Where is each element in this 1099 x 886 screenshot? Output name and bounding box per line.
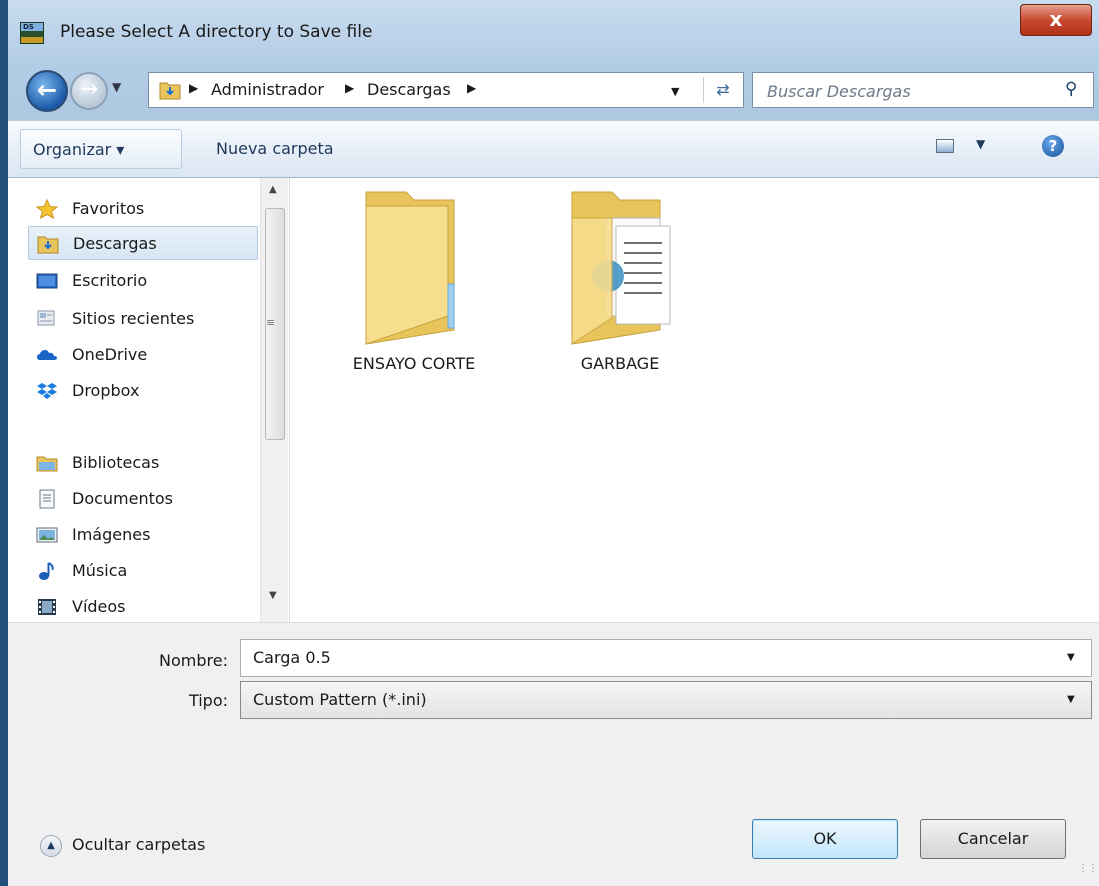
scroll-down-icon[interactable]: ▼ [269,590,277,601]
file-name: GARBAGE [580,354,660,373]
dropbox-icon [37,383,57,399]
sidebar-item-descargas[interactable]: Descargas [28,226,258,260]
sidebar-item-label: Escritorio [72,271,148,290]
sidebar-item-bibliotecas[interactable]: Bibliotecas [28,446,258,480]
address-bar[interactable]: ▶ Administrador ▶ Descargas ▶ ▼ ⇄ [148,72,744,108]
sidebar-item-label: Música [72,561,128,580]
downloads-folder-icon [37,236,59,254]
breadcrumb-separator-icon: ▶ [189,81,199,95]
sidebar-item-favoritos[interactable]: Favoritos [28,192,258,226]
sidebar-item-label: OneDrive [72,345,148,364]
recent-places-icon [37,310,55,326]
sidebar-item-label: Favoritos [72,199,145,218]
new-folder-button[interactable]: Nueva carpeta [204,129,364,169]
file-item-garbage[interactable]: GARBAGE [520,178,720,398]
search-input[interactable] [765,79,1059,103]
star-icon [36,199,58,219]
app-icon-text: DS [23,23,34,31]
downloads-folder-icon [159,82,181,100]
back-button[interactable]: ← [26,70,68,112]
cancel-button[interactable]: Cancelar [920,819,1066,859]
window-title: Please Select A directory to Save file [60,22,373,42]
sidebar-item-documentos[interactable]: Documentos [28,482,258,516]
sidebar-item-label: Documentos [72,489,174,508]
change-view-icon[interactable] [936,139,954,153]
sidebar-scrollbar[interactable]: ▲ ≡ ▼ [260,178,288,622]
sidebar-item-onedrive[interactable]: OneDrive [28,338,258,372]
sidebar-item-label: Descargas [73,234,157,253]
save-options-panel: Nombre: Carga 0.5 ▼ Tipo: Custom Pattern… [8,622,1099,886]
videos-icon [38,599,56,615]
resize-grip-icon[interactable]: ⋮⋮ [1078,863,1098,874]
libraries-icon [36,456,58,472]
navigation-pane: Favoritos Descargas Escritorio Sitios re… [8,178,290,622]
desktop-icon [36,273,58,289]
sidebar-item-videos[interactable]: Vídeos [28,590,258,622]
sidebar-item-label: Dropbox [72,381,140,400]
file-name: ENSAYO CORTE [352,354,476,373]
filename-dropdown-icon[interactable]: ▼ [1067,652,1075,663]
documents-icon [39,489,55,509]
history-dropdown-button[interactable]: ▼ [112,80,126,100]
search-icon[interactable]: ⚲ [1065,79,1085,101]
sidebar-item-escritorio[interactable]: Escritorio [28,264,258,298]
scroll-grip-icon: ≡ [266,316,276,329]
nombre-label: Nombre: [159,651,228,670]
navigation-bar: ← → ▼ ▶ Administrador ▶ Descargas ▶ ▼ ⇄ … [8,62,1099,116]
images-icon [36,527,58,543]
onedrive-icon [37,350,57,360]
sidebar-item-dropbox[interactable]: Dropbox [28,374,258,408]
file-list: ENSAYO CORTE GARBAGE [290,178,1099,622]
back-arrow-icon: ← [36,76,58,104]
scroll-up-icon[interactable]: ▲ [269,184,277,195]
forward-button[interactable]: → [70,72,108,110]
hide-folders-label: Ocultar carpetas [72,835,206,854]
sidebar-item-label: Sitios recientes [72,309,195,328]
chevron-up-icon: ▲ [40,835,62,857]
filename-input[interactable]: Carga 0.5 ▼ [240,639,1092,677]
sidebar-item-label: Bibliotecas [72,453,160,472]
filename-value: Carga 0.5 [253,648,331,667]
folder-with-documents-icon [571,191,671,345]
breadcrumb-administrador[interactable]: Administrador [211,80,324,99]
organize-button[interactable]: Organizar ▾ [20,129,182,169]
help-icon[interactable]: ? [1042,135,1064,157]
sidebar-item-sitios-recientes[interactable]: Sitios recientes [28,302,258,336]
sidebar-item-label: Vídeos [72,597,126,616]
window-frame [0,0,8,886]
refresh-icon[interactable]: ⇄ [703,77,742,103]
save-dialog: DS Please Select A directory to Save fil… [0,0,1099,886]
file-item-ensayo-corte[interactable]: ENSAYO CORTE [314,178,514,398]
sidebar-item-label: Imágenes [72,525,151,544]
command-bar: Organizar ▾ Nueva carpeta ▼ ? [8,120,1099,178]
title-bar: DS Please Select A directory to Save fil… [8,0,1099,60]
breadcrumb-separator-icon: ▶ [345,81,355,95]
file-type-value: Custom Pattern (*.ini) [253,690,427,709]
breadcrumb-descargas[interactable]: Descargas [367,80,451,99]
sidebar-item-imagenes[interactable]: Imágenes [28,518,258,552]
search-box: ⚲ [752,72,1094,108]
app-icon: DS [20,22,44,44]
tipo-label: Tipo: [188,691,228,710]
folder-icon [365,191,455,345]
address-dropdown-icon[interactable]: ▼ [671,85,679,98]
file-type-dropdown-icon[interactable]: ▼ [1067,694,1075,705]
music-icon [39,562,54,580]
close-button[interactable]: x [1020,4,1092,36]
view-options-dropdown[interactable]: ▼ [976,137,985,151]
ok-button[interactable]: OK [752,819,898,859]
forward-arrow-icon: → [79,77,99,102]
sidebar-item-musica[interactable]: Música [28,554,258,588]
file-type-select[interactable]: Custom Pattern (*.ini) ▼ [240,681,1092,719]
breadcrumb-separator-icon: ▶ [467,81,477,95]
